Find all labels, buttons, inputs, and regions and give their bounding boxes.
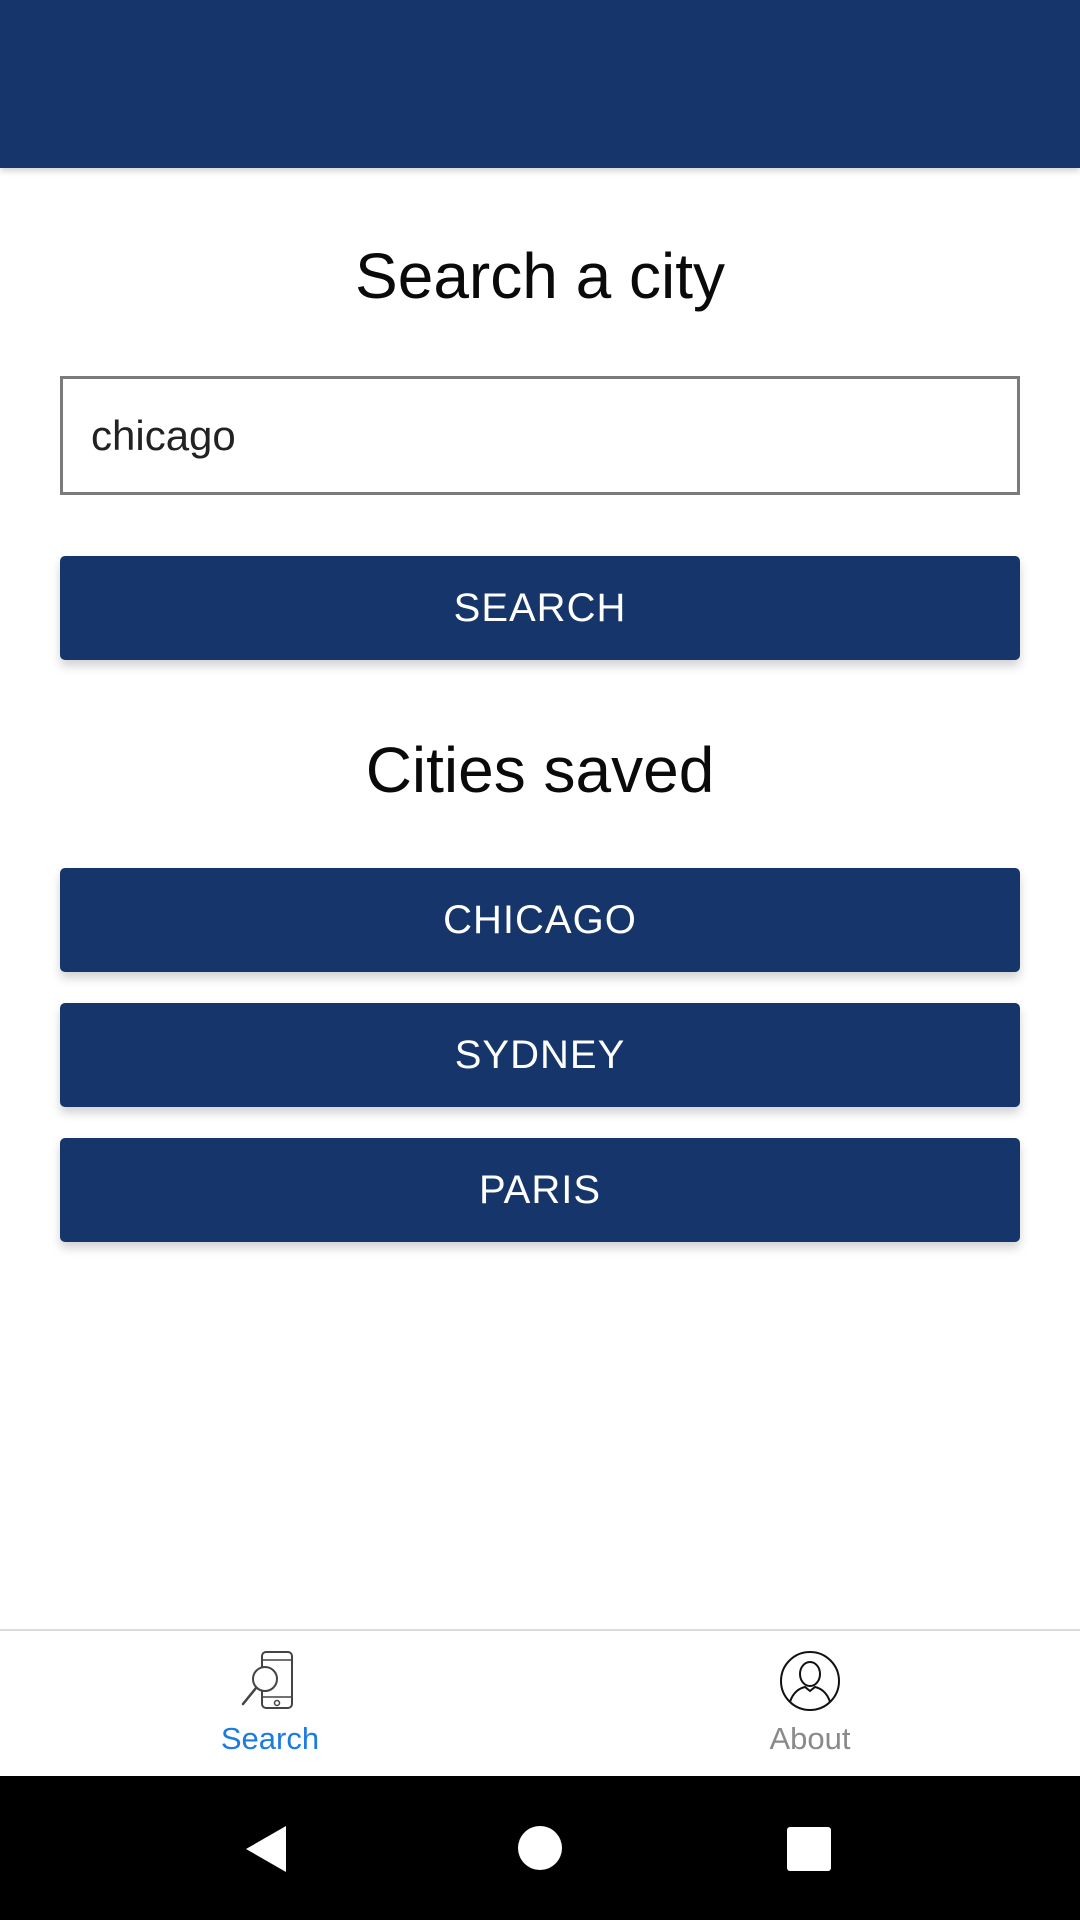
back-icon[interactable] xyxy=(244,1824,290,1874)
system-navigation-bar xyxy=(0,1776,1080,1920)
saved-city-button-paris[interactable]: PARIS xyxy=(60,1138,1020,1242)
recents-icon[interactable] xyxy=(786,1826,832,1872)
city-search-input[interactable] xyxy=(60,376,1020,495)
home-icon[interactable] xyxy=(517,1825,563,1871)
saved-city-button-chicago[interactable]: CHICAGO xyxy=(60,868,1020,972)
search-title: Search a city xyxy=(355,240,725,312)
app-screen: Search a city SEARCH Cities saved CHICAG… xyxy=(0,0,1080,1920)
tab-search-label: Search xyxy=(220,1721,320,1756)
tab-about-label: About xyxy=(769,1721,851,1756)
saved-cities-title: Cities saved xyxy=(365,734,715,806)
bottom-tab-bar: Search About xyxy=(0,1629,1080,1776)
tab-search[interactable]: Search xyxy=(0,1631,540,1778)
phone-search-icon xyxy=(241,1651,293,1709)
app-header-bar xyxy=(0,0,1080,168)
saved-city-button-sydney[interactable]: SYDNEY xyxy=(60,1003,1020,1107)
user-circle-icon xyxy=(780,1651,840,1711)
search-button[interactable]: SEARCH xyxy=(60,556,1020,660)
tab-about[interactable]: About xyxy=(540,1631,1080,1778)
